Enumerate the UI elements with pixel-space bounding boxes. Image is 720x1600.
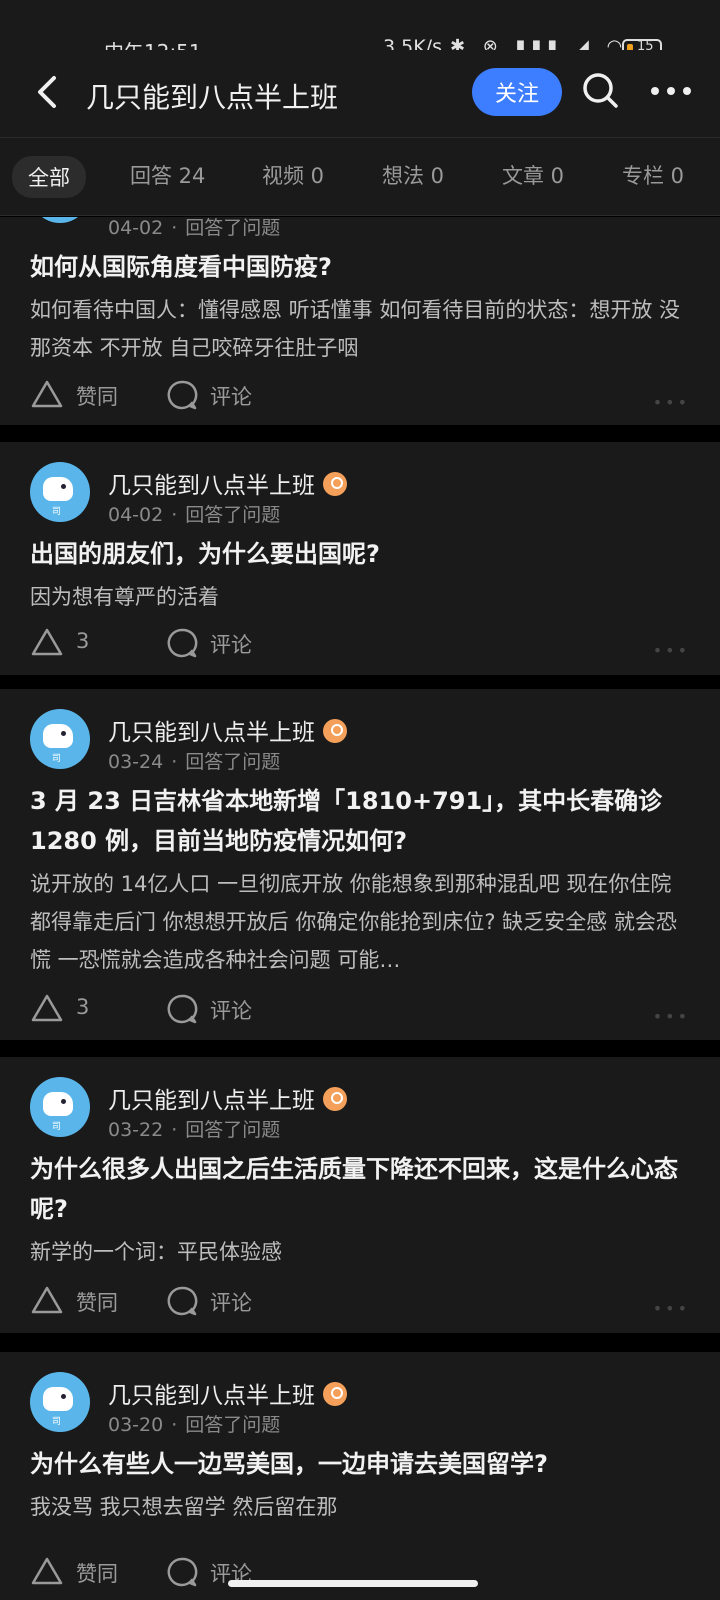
status-bar: 中午12:51 3.5K/s ✱ ⊗ ▮▮▮ ◢ ◠ 15 xyxy=(0,0,720,64)
avatar[interactable]: 司 xyxy=(30,217,90,223)
comment-icon[interactable] xyxy=(166,379,198,411)
upvote-icon[interactable] xyxy=(30,1556,64,1586)
more-options-icon[interactable] xyxy=(650,86,692,96)
content-tabs: 全部 回答 24 视频 0 想法 0 文章 0 专栏 0 xyxy=(0,138,720,216)
answer-card[interactable]: 司 几只能到八点半上班 04-02 · 回答了问题 出国的朋友们，为什么要出国呢? … xyxy=(0,442,720,675)
avatar[interactable]: 司 xyxy=(30,1077,90,1137)
author-name[interactable]: 几只能到八点半上班 xyxy=(108,713,347,747)
author-name[interactable]: 几只能到八点半上班 xyxy=(108,1376,347,1410)
meta-separator: · xyxy=(171,217,178,239)
card-more-icon[interactable]: ••• xyxy=(653,641,690,660)
answer-action: 回答了问题 xyxy=(185,504,281,526)
meta-separator: · xyxy=(171,504,178,526)
question-title[interactable]: 为什么很多人出国之后生活质量下降还不回来，这是什么心态呢? xyxy=(30,1149,690,1229)
upvote-icon[interactable] xyxy=(30,627,64,657)
tab-columns[interactable]: 专栏 0 xyxy=(622,160,684,190)
tab-thoughts[interactable]: 想法 0 xyxy=(382,160,444,190)
answer-excerpt[interactable]: 新学的一个词：平民体验感 xyxy=(30,1233,690,1271)
comment-label[interactable]: 评论 xyxy=(210,995,252,1025)
answer-date: 03-22 xyxy=(108,1119,164,1141)
meta-separator: · xyxy=(171,1119,178,1141)
answer-meta: 03-24 · 回答了问题 xyxy=(108,747,280,774)
verified-badge-icon xyxy=(323,1382,347,1406)
card-actions: 3 评论 ••• xyxy=(30,625,690,661)
author-name-text: 几只能到八点半上班 xyxy=(108,1383,315,1409)
question-title[interactable]: 出国的朋友们，为什么要出国呢? xyxy=(30,534,690,574)
answer-action: 回答了问题 xyxy=(185,1414,281,1436)
card-more-icon[interactable]: ••• xyxy=(653,1299,690,1318)
comment-icon[interactable] xyxy=(166,1556,198,1588)
back-arrow-icon[interactable] xyxy=(30,72,64,112)
answer-excerpt[interactable]: 如何看待中国人：懂得感恩 听话懂事 如何看待目前的状态：想开放 没那资本 不开放… xyxy=(30,291,690,367)
avatar[interactable]: 司 xyxy=(30,462,90,522)
meta-separator: · xyxy=(171,751,178,773)
tab-all[interactable]: 全部 xyxy=(12,156,86,198)
answer-action: 回答了问题 xyxy=(185,751,281,773)
home-indicator[interactable] xyxy=(228,1580,478,1587)
tab-answers[interactable]: 回答 24 xyxy=(130,160,205,190)
avatar[interactable]: 司 xyxy=(30,1372,90,1432)
answer-card[interactable]: 司 04-02 · 回答了问题 如何从国际角度看中国防疫? 如何看待中国人：懂得感恩… xyxy=(0,217,720,425)
card-actions: 赞同 评论 ••• xyxy=(30,1283,690,1319)
answer-meta: 03-22 · 回答了问题 xyxy=(108,1115,280,1142)
comment-label[interactable]: 评论 xyxy=(210,1287,252,1317)
upvote-icon[interactable] xyxy=(30,1285,64,1315)
answer-excerpt[interactable]: 我没骂 我只想去留学 然后留在那 xyxy=(30,1488,690,1526)
author-name[interactable]: 几只能到八点半上班 xyxy=(108,1081,347,1115)
follow-button[interactable]: 关注 xyxy=(472,68,562,116)
top-nav-bar: 几只能到八点半上班 关注 xyxy=(0,50,720,138)
search-icon[interactable] xyxy=(580,70,620,110)
tab-articles[interactable]: 文章 0 xyxy=(502,160,564,190)
comment-label[interactable]: 评论 xyxy=(210,381,252,411)
card-actions: 赞同 评论 ••• xyxy=(30,377,690,413)
answer-meta: 04-02 · 回答了问题 xyxy=(108,500,280,527)
comment-icon[interactable] xyxy=(166,627,198,659)
card-more-icon[interactable]: ••• xyxy=(653,393,690,412)
card-actions: 3 评论 ••• xyxy=(30,991,690,1027)
upvote-icon[interactable] xyxy=(30,379,64,409)
answer-meta: 03-20 · 回答了问题 xyxy=(108,1410,280,1437)
upvote-label[interactable]: 赞同 xyxy=(76,1558,118,1588)
upvote-icon[interactable] xyxy=(30,993,64,1023)
question-title[interactable]: 3 月 23 日吉林省本地新增「1810+791」，其中长春确诊 1280 例，… xyxy=(30,781,690,861)
question-title[interactable]: 如何从国际角度看中国防疫? xyxy=(30,247,690,287)
answer-card[interactable]: 司 几只能到八点半上班 03-20 · 回答了问题 为什么有些人一边骂美国，一边申请… xyxy=(0,1352,720,1600)
upvote-count[interactable]: 3 xyxy=(76,995,89,1019)
answer-date: 04-02 xyxy=(108,217,164,239)
author-name-text: 几只能到八点半上班 xyxy=(108,1088,315,1114)
upvote-count[interactable]: 3 xyxy=(76,629,89,653)
tab-videos[interactable]: 视频 0 xyxy=(262,160,324,190)
verified-badge-icon xyxy=(323,1087,347,1111)
author-name-text: 几只能到八点半上班 xyxy=(108,473,315,499)
comment-icon[interactable] xyxy=(166,1285,198,1317)
upvote-label[interactable]: 赞同 xyxy=(76,381,118,411)
answer-meta: 04-02 · 回答了问题 xyxy=(108,217,280,240)
avatar[interactable]: 司 xyxy=(30,709,90,769)
verified-badge-icon xyxy=(323,472,347,496)
comment-label[interactable]: 评论 xyxy=(210,629,252,659)
answer-date: 03-20 xyxy=(108,1414,164,1436)
meta-separator: · xyxy=(171,1414,178,1436)
comment-icon[interactable] xyxy=(166,993,198,1025)
author-name[interactable]: 几只能到八点半上班 xyxy=(108,466,347,500)
answer-action: 回答了问题 xyxy=(185,1119,281,1141)
answer-card[interactable]: 司 几只能到八点半上班 03-22 · 回答了问题 为什么很多人出国之后生活质量下降… xyxy=(0,1057,720,1333)
upvote-label[interactable]: 赞同 xyxy=(76,1287,118,1317)
author-name-text: 几只能到八点半上班 xyxy=(108,720,315,746)
answer-action: 回答了问题 xyxy=(185,217,281,239)
card-more-icon[interactable]: ••• xyxy=(653,1007,690,1026)
verified-badge-icon xyxy=(323,719,347,743)
answer-feed: 司 04-02 · 回答了问题 如何从国际角度看中国防疫? 如何看待中国人：懂得感恩… xyxy=(0,217,720,1600)
answer-date: 03-24 xyxy=(108,751,164,773)
answer-excerpt[interactable]: 说开放的 14亿人口 一旦彻底开放 你能想象到那种混乱吧 现在你住院都得靠走后门… xyxy=(30,865,690,979)
page-title: 几只能到八点半上班 xyxy=(86,81,339,114)
answer-date: 04-02 xyxy=(108,504,164,526)
answer-card[interactable]: 司 几只能到八点半上班 03-24 · 回答了问题 3 月 23 日吉林省本地新增「… xyxy=(0,689,720,1040)
question-title[interactable]: 为什么有些人一边骂美国，一边申请去美国留学? xyxy=(30,1444,690,1484)
answer-excerpt[interactable]: 因为想有尊严的活着 xyxy=(30,578,690,616)
